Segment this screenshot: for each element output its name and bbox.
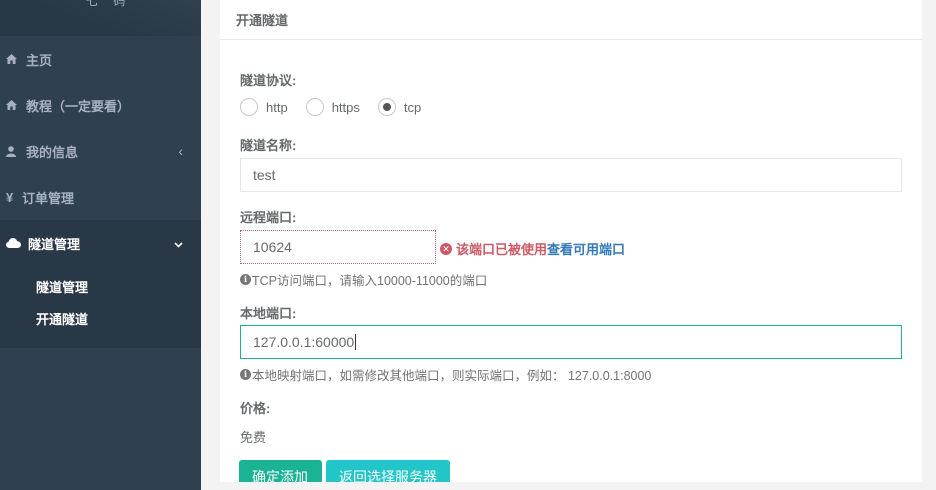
error-message: 该端口已被使用 <box>456 242 548 257</box>
remote-port-label: 远程端口: <box>240 210 297 225</box>
info-icon: i <box>240 369 251 380</box>
sidebar-item-my-info[interactable]: 我的信息 ‹ <box>0 128 201 174</box>
local-port-input[interactable]: 127.0.0.1:60000 <box>240 325 902 359</box>
radio-label: tcp <box>403 99 422 115</box>
local-port-value: 127.0.0.1:60000 <box>253 334 355 350</box>
chevron-left-icon: ‹ <box>178 143 183 159</box>
local-port-label: 本地端口: <box>240 306 297 321</box>
local-port-help-text: 本地映射端口，如需修改其他端口，则实际端口，例如： 127.0.0.1:8000 <box>252 369 652 383</box>
sidebar-submenu: 隧道管理 开通隧道 <box>0 266 201 348</box>
sidebar-item-label: 主页 <box>26 52 53 68</box>
panel-title: 开通隧道 <box>220 0 922 40</box>
radio-label: http <box>266 99 288 115</box>
sidebar-item-tunnels[interactable]: 隧道管理 <box>0 220 201 266</box>
tunnel-name-label: 隧道名称: <box>240 138 297 153</box>
main-content: 开通隧道 隧道协议: http https tcp 隧道名称: test 远程端… <box>201 0 936 490</box>
sidebar-subitem-open-tunnel[interactable]: 开通隧道 <box>0 304 201 336</box>
radio-https[interactable]: https <box>305 98 360 116</box>
radio-tcp[interactable]: tcp <box>377 98 422 116</box>
radio-http[interactable]: http <box>240 98 288 116</box>
error-circle-icon: ✕ <box>440 242 452 255</box>
radio-circle[interactable] <box>240 98 258 116</box>
sidebar-header-text: 七 码 <box>86 0 132 8</box>
cloud-icon <box>6 238 26 248</box>
chevron-down-icon <box>174 235 183 251</box>
text-caret <box>355 334 357 350</box>
sidebar: 七 码 主页 教程（一定要看） 我的信息 ‹ ¥ 订单管理 隧道管理 隧道管理 <box>0 0 201 490</box>
view-available-ports-link[interactable]: 查看可用端口 <box>547 239 625 258</box>
sidebar-item-home[interactable]: 主页 <box>0 36 201 82</box>
sidebar-item-label: 隧道管理 <box>28 236 81 252</box>
bottom-strip <box>201 482 936 490</box>
sidebar-subitem-tunnel-management[interactable]: 隧道管理 <box>0 272 201 304</box>
remote-port-input[interactable]: 10624 <box>240 230 436 264</box>
form-panel: 开通隧道 隧道协议: http https tcp 隧道名称: test 远程端… <box>220 0 922 490</box>
user-icon <box>6 145 24 157</box>
radio-circle[interactable] <box>377 98 396 116</box>
protocol-label: 隧道协议: <box>240 73 297 88</box>
home-icon <box>6 54 24 64</box>
price-label: 价格: <box>240 401 271 416</box>
radio-circle[interactable] <box>305 98 324 116</box>
tunnel-name-value: test <box>253 167 276 183</box>
sidebar-header: 七 码 <box>0 0 201 36</box>
sidebar-item-label: 我的信息 <box>26 144 79 160</box>
radio-label: https <box>331 99 360 115</box>
sidebar-item-orders[interactable]: ¥ 订单管理 <box>0 174 201 220</box>
remote-port-error: ✕ 该端口已被使用 查看可用端口 <box>440 239 625 258</box>
remote-port-help-text: TCP访问端口，请输入10000-11000的端口 <box>252 274 488 288</box>
tunnel-name-input[interactable]: test <box>240 158 902 192</box>
protocol-radio-group: http https tcp <box>240 98 439 116</box>
sidebar-item-tutorial[interactable]: 教程（一定要看） <box>0 82 201 128</box>
sidebar-item-label: 教程（一定要看） <box>26 98 131 114</box>
sidebar-item-label: 订单管理 <box>22 190 75 206</box>
local-port-help: i 本地映射端口，如需修改其他端口，则实际端口，例如： 127.0.0.1:80… <box>240 365 651 384</box>
price-value: 免费 <box>240 430 267 445</box>
remote-port-help: i TCP访问端口，请输入10000-11000的端口 <box>240 270 487 289</box>
remote-port-value: 10624 <box>253 239 292 255</box>
info-icon: i <box>240 274 251 285</box>
home-icon <box>6 100 24 110</box>
